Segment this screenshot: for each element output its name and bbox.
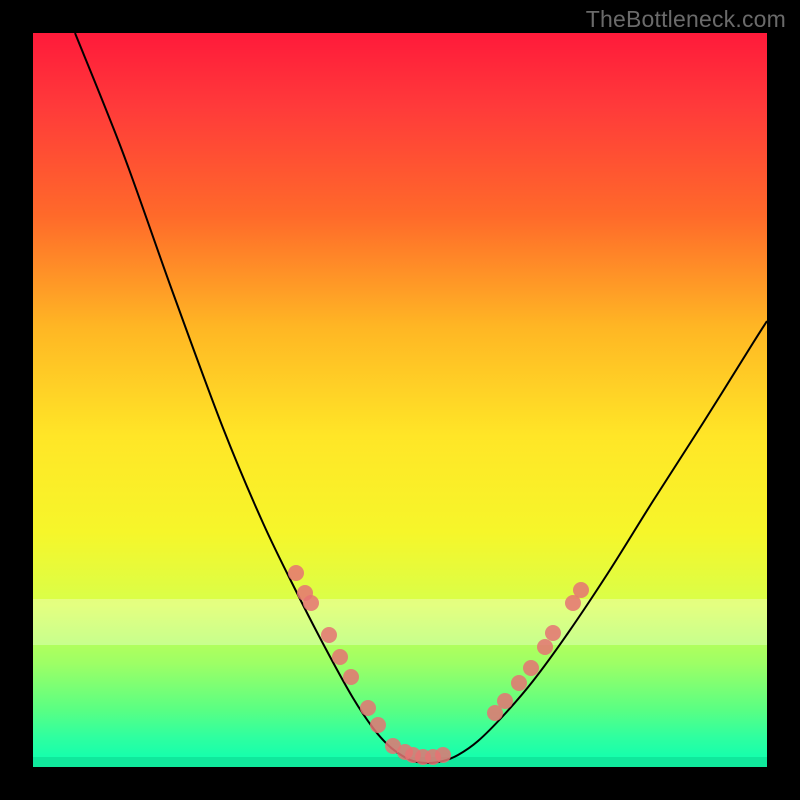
data-marker xyxy=(343,669,359,685)
data-marker xyxy=(288,565,304,581)
curve-layer xyxy=(33,33,767,767)
data-marker xyxy=(537,639,553,655)
data-marker xyxy=(321,627,337,643)
data-marker xyxy=(573,582,589,598)
chart-frame: TheBottleneck.com xyxy=(0,0,800,800)
data-marker xyxy=(360,700,376,716)
data-marker xyxy=(435,747,451,763)
marker-group xyxy=(288,565,589,765)
bottleneck-curve xyxy=(75,33,767,763)
watermark-text: TheBottleneck.com xyxy=(586,6,786,33)
data-marker xyxy=(370,717,386,733)
data-marker xyxy=(511,675,527,691)
data-marker xyxy=(497,693,513,709)
data-marker xyxy=(523,660,539,676)
data-marker xyxy=(332,649,348,665)
data-marker xyxy=(303,595,319,611)
data-marker xyxy=(545,625,561,641)
